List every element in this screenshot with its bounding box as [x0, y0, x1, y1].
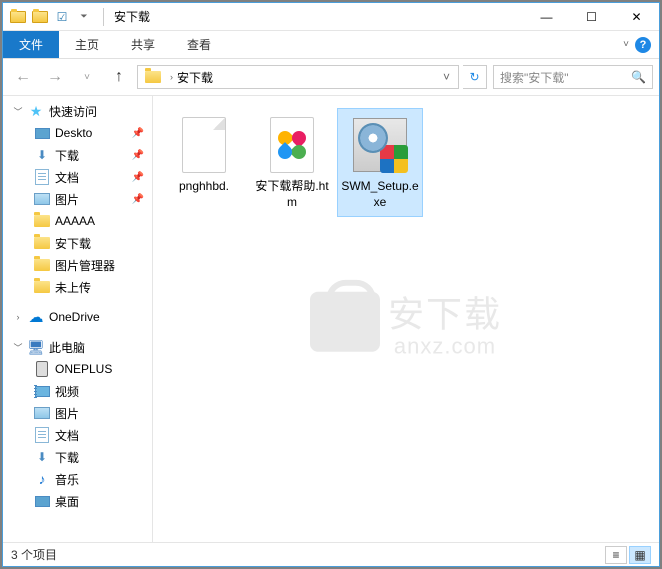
window-controls: — ☐ ✕	[524, 3, 659, 31]
sidebar-this-pc[interactable]: ﹀ 🖥 此电脑	[3, 336, 152, 358]
sidebar-item-music[interactable]: ♪ 音乐	[3, 468, 152, 490]
back-button[interactable]: ←	[9, 63, 37, 91]
tab-home[interactable]: 主页	[59, 31, 115, 58]
refresh-button[interactable]: ↻	[463, 65, 487, 89]
download-icon: ⬇	[33, 146, 51, 164]
pin-icon: 📌	[132, 172, 148, 183]
sidebar-item-desktop[interactable]: Deskto 📌	[3, 122, 152, 144]
app-icon	[7, 6, 29, 28]
content-area[interactable]: 安下载 anxz.com pnghhbd. 安下载帮助.htm	[153, 96, 659, 542]
sidebar-quick-access[interactable]: ﹀ ★ 快速访问	[3, 100, 152, 122]
sidebar-item-oneplus[interactable]: ONEPLUS	[3, 358, 152, 380]
sidebar-item-pictures[interactable]: 图片 📌	[3, 188, 152, 210]
doc-icon	[33, 168, 51, 186]
qat-check-icon[interactable]: ☑	[51, 6, 73, 28]
sidebar-onedrive[interactable]: › ☁ OneDrive	[3, 306, 152, 328]
desktop-icon	[33, 124, 51, 142]
watermark: 安下载 anxz.com	[310, 286, 502, 360]
address-segment[interactable]: 安下载	[177, 69, 213, 86]
body: ﹀ ★ 快速访问 Deskto 📌 ⬇ 下载 📌 文档 📌 图片	[3, 95, 659, 542]
status-text: 3 个项目	[11, 546, 57, 563]
pin-icon: 📌	[132, 194, 148, 205]
quick-access-toolbar: ☑ ⏷	[3, 6, 99, 28]
qat-properties-icon[interactable]	[29, 6, 51, 28]
search-icon[interactable]: 🔍	[631, 70, 646, 84]
address-bar[interactable]: › 安下载 ˅	[137, 65, 459, 89]
sidebar-item-videos[interactable]: 视频	[3, 380, 152, 402]
folder-icon	[33, 234, 51, 252]
up-button[interactable]: ↑	[105, 63, 133, 91]
maximize-button[interactable]: ☐	[569, 3, 614, 31]
sidebar-item-downloads[interactable]: ⬇ 下载 📌	[3, 144, 152, 166]
file-item-swm-setup[interactable]: SWM_Setup.exe	[337, 108, 423, 217]
ribbon-tabs: 文件 主页 共享 查看 ˅ ?	[3, 31, 659, 59]
qat-customize-icon[interactable]: ⏷	[73, 6, 95, 28]
chevron-right-icon[interactable]: ›	[170, 72, 173, 82]
forward-button[interactable]: →	[41, 63, 69, 91]
folder-icon	[33, 212, 51, 230]
tab-view[interactable]: 查看	[171, 31, 227, 58]
view-details-button[interactable]: ≡	[605, 546, 627, 564]
music-icon: ♪	[33, 470, 51, 488]
titlebar[interactable]: ☑ ⏷ 安下载 — ☐ ✕	[3, 3, 659, 31]
sidebar-item-downloads2[interactable]: ⬇ 下载	[3, 446, 152, 468]
expand-icon[interactable]: ﹀	[13, 341, 23, 354]
close-button[interactable]: ✕	[614, 3, 659, 31]
search-input[interactable]: 搜索"安下载" 🔍	[493, 65, 653, 89]
file-item-help-htm[interactable]: 安下载帮助.htm	[249, 108, 335, 217]
pic-icon	[33, 190, 51, 208]
blank-file-icon	[173, 115, 235, 175]
view-icons-button[interactable]: ▦	[629, 546, 651, 564]
doc-icon	[33, 426, 51, 444]
explorer-window: ☑ ⏷ 安下载 — ☐ ✕ 文件 主页 共享 查看 ˅ ? ← → ˅ ↑ › …	[2, 2, 660, 567]
window-title: 安下载	[114, 8, 150, 25]
sidebar-item-unuploaded[interactable]: 未上传	[3, 276, 152, 298]
sidebar-item-anxz[interactable]: 安下载	[3, 232, 152, 254]
onedrive-icon: ☁	[27, 308, 45, 326]
sidebar-item-documents[interactable]: 文档 📌	[3, 166, 152, 188]
phone-icon	[33, 360, 51, 378]
expand-icon[interactable]: ﹀	[13, 105, 23, 118]
ribbon-expand-icon[interactable]: ˅	[623, 39, 629, 50]
help-icon[interactable]: ?	[635, 37, 651, 53]
tab-file[interactable]: 文件	[3, 31, 59, 58]
minimize-button[interactable]: —	[524, 3, 569, 31]
sidebar-item-pictures2[interactable]: 图片	[3, 402, 152, 424]
pic-icon	[33, 404, 51, 422]
pin-icon: 📌	[132, 150, 148, 161]
folder-icon	[33, 256, 51, 274]
video-icon	[33, 382, 51, 400]
navigation-bar: ← → ˅ ↑ › 安下载 ˅ ↻ 搜索"安下载" 🔍	[3, 59, 659, 95]
expand-icon[interactable]: ›	[13, 312, 23, 322]
search-placeholder: 搜索"安下载"	[500, 69, 569, 86]
folder-icon	[33, 278, 51, 296]
star-icon: ★	[27, 102, 45, 120]
sidebar-item-picmgr[interactable]: 图片管理器	[3, 254, 152, 276]
sidebar-item-documents2[interactable]: 文档	[3, 424, 152, 446]
navigation-pane[interactable]: ﹀ ★ 快速访问 Deskto 📌 ⬇ 下载 📌 文档 📌 图片	[3, 96, 153, 542]
tab-share[interactable]: 共享	[115, 31, 171, 58]
sidebar-item-desktop2[interactable]: 桌面	[3, 490, 152, 512]
recent-locations-button[interactable]: ˅	[73, 63, 101, 91]
address-dropdown-icon[interactable]: ˅	[437, 70, 456, 84]
exe-file-icon	[349, 115, 411, 175]
title-separator	[103, 8, 104, 26]
download-icon: ⬇	[33, 448, 51, 466]
status-bar: 3 个项目 ≡ ▦	[3, 542, 659, 566]
file-item-pnghhbd[interactable]: pnghhbd.	[161, 108, 247, 202]
desktop-icon	[33, 492, 51, 510]
sidebar-item-aaaaa[interactable]: AAAAA	[3, 210, 152, 232]
htm-file-icon	[261, 115, 323, 175]
pc-icon: 🖥	[27, 338, 45, 356]
pin-icon: 📌	[132, 128, 148, 139]
